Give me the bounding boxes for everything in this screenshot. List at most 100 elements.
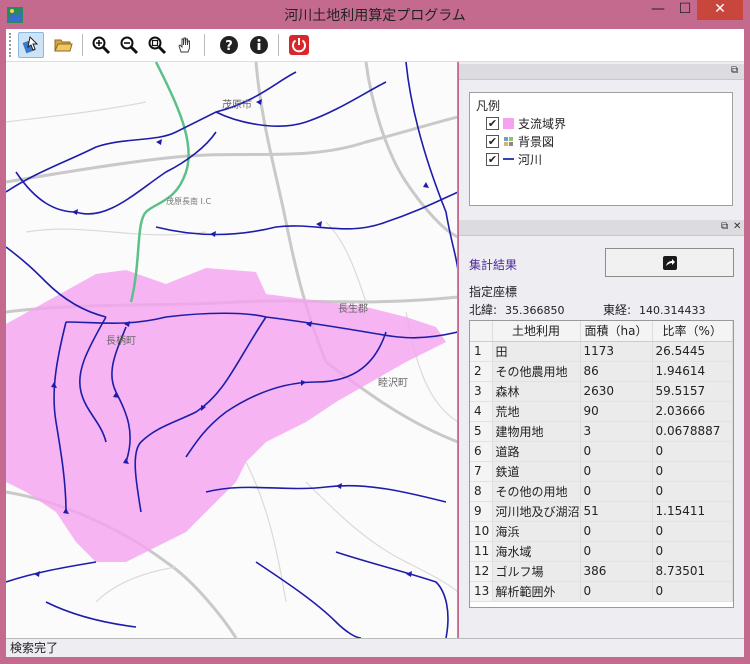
table-cell-ratio[interactable]: 0 [652,521,733,542]
close-icon[interactable]: ✕ [733,221,741,232]
table-cell-no[interactable]: 7 [470,461,493,482]
table-cell-ratio[interactable]: 1.15411 [652,501,733,522]
table-cell-ratio[interactable]: 26.5445 [652,341,733,362]
table-cell-area[interactable]: 1173 [580,341,653,362]
float-icon[interactable]: ⧉ [721,221,728,232]
table-cell-ratio[interactable]: 0 [652,461,733,482]
table-cell-no[interactable]: 13 [470,581,493,602]
table-row[interactable]: 5 建物用地 3 0.0678887 [470,421,733,442]
column-header[interactable]: 土地利用 [492,321,581,342]
legend-item-watershed[interactable]: ✔ 支流域界 [486,115,566,131]
table-cell-no[interactable]: 10 [470,521,493,542]
select-tool-button[interactable] [18,32,44,58]
table-cell-no[interactable]: 3 [470,381,493,402]
table-cell-no[interactable]: 5 [470,421,493,442]
table-cell-ratio[interactable]: 1.94614 [652,361,733,382]
table-row[interactable]: 3 森林 2630 59.5157 [470,381,733,402]
toolbar-grip[interactable] [9,33,12,57]
checkbox[interactable]: ✔ [486,134,499,148]
table-cell-use[interactable]: 道路 [492,441,581,462]
info-button[interactable] [246,32,272,58]
pan-button[interactable] [172,32,198,58]
column-header[interactable] [470,321,493,342]
table-cell-use[interactable]: 荒地 [492,401,581,422]
table-row[interactable]: 4 荒地 90 2.03666 [470,401,733,422]
legend-item-basemap[interactable]: ✔ 背景図 [486,133,554,149]
map-view[interactable]: 茂原市 長生郡 睦沢町 長柄町 茂原長南 I.C [6,62,458,638]
table-cell-area[interactable]: 51 [580,501,653,522]
table-row[interactable]: 1 田 1173 26.5445 [470,341,733,362]
table-cell-ratio[interactable]: 2.03666 [652,401,733,422]
zoom-full-button[interactable] [144,32,170,58]
help-button[interactable]: ? [216,32,242,58]
table-cell-no[interactable]: 8 [470,481,493,502]
column-header[interactable]: 比率（%） [652,321,733,342]
results-dock-header[interactable]: ⧉ ✕ [459,220,744,236]
table-cell-ratio[interactable]: 0.0678887 [652,421,733,442]
table-cell-no[interactable]: 4 [470,401,493,422]
zoom-out-button[interactable] [116,32,142,58]
table-cell-use[interactable]: 森林 [492,381,581,402]
table-cell-no[interactable]: 11 [470,541,493,562]
table-cell-use[interactable]: ゴルフ場 [492,561,581,582]
table-cell-ratio[interactable]: 0 [652,541,733,562]
table-cell-no[interactable]: 9 [470,501,493,522]
float-icon[interactable]: ⧉ [731,65,738,76]
legend-dock-header[interactable]: ⧉ [459,64,744,80]
table-cell-ratio[interactable]: 0 [652,581,733,602]
table-cell-use[interactable]: 鉄道 [492,461,581,482]
table-cell-area[interactable]: 0 [580,461,653,482]
table-cell-no[interactable]: 12 [470,561,493,582]
table-cell-ratio[interactable]: 0 [652,481,733,502]
table-cell-area[interactable]: 0 [580,541,653,562]
table-cell-use[interactable]: 解析範囲外 [492,581,581,602]
map-canvas[interactable] [6,62,458,638]
table-cell-use[interactable]: その他の用地 [492,481,581,502]
table-cell-ratio[interactable]: 8.73501 [652,561,733,582]
table-cell-use[interactable]: 河川地及び湖沼 [492,501,581,522]
table-row[interactable]: 2 その他農用地 86 1.94614 [470,361,733,382]
table-cell-use[interactable]: 海浜 [492,521,581,542]
table-row[interactable]: 11 海水域 0 0 [470,541,733,562]
table-row[interactable]: 13 解析範囲外 0 0 [470,581,733,602]
legend-item-river[interactable]: ✔ 河川 [486,151,542,167]
table-cell-area[interactable]: 0 [580,481,653,502]
table-row[interactable]: 10 海浜 0 0 [470,521,733,542]
river-swatch-icon [503,158,514,160]
table-cell-area[interactable]: 90 [580,401,653,422]
open-folder-button[interactable] [50,32,76,58]
table-cell-no[interactable]: 2 [470,361,493,382]
table-cell-area[interactable]: 86 [580,361,653,382]
exit-button[interactable] [286,32,312,58]
table-cell-no[interactable]: 6 [470,441,493,462]
export-button[interactable] [605,248,734,277]
table-cell-use[interactable]: 田 [492,341,581,362]
table-row[interactable]: 9 河川地及び湖沼 51 1.15411 [470,501,733,522]
table-cell-use[interactable]: 海水域 [492,541,581,562]
checkbox[interactable]: ✔ [486,152,499,166]
table-cell-area[interactable]: 0 [580,441,653,462]
table-row[interactable]: 7 鉄道 0 0 [470,461,733,482]
table-cell-use[interactable]: その他農用地 [492,361,581,382]
latitude-readout: 北緯: 35.366850 [469,301,565,318]
table-cell-area[interactable]: 3 [580,421,653,442]
table-cell-ratio[interactable]: 0 [652,441,733,462]
table-cell-area[interactable]: 2630 [580,381,653,402]
table-cell-ratio[interactable]: 59.5157 [652,381,733,402]
table-row[interactable]: 8 その他の用地 0 0 [470,481,733,502]
column-header[interactable]: 面積（ha） [580,321,653,342]
maximize-button[interactable]: ☐ [672,0,698,20]
table-row[interactable]: 12 ゴルフ場 386 8.73501 [470,561,733,582]
table-cell-use[interactable]: 建物用地 [492,421,581,442]
close-button[interactable]: ✕ [697,0,743,20]
table-cell-area[interactable]: 0 [580,521,653,542]
results-table[interactable]: 土地利用 面積（ha） 比率（%） 1 田 1173 26.5445 2 その他農用地 86… [469,320,734,608]
map-label: 長生郡 [338,304,368,315]
table-cell-area[interactable]: 0 [580,581,653,602]
table-cell-area[interactable]: 386 [580,561,653,582]
minimize-button[interactable]: — [645,0,671,20]
table-row[interactable]: 6 道路 0 0 [470,441,733,462]
table-cell-no[interactable]: 1 [470,341,493,362]
zoom-in-button[interactable] [88,32,114,58]
checkbox[interactable]: ✔ [486,116,499,130]
